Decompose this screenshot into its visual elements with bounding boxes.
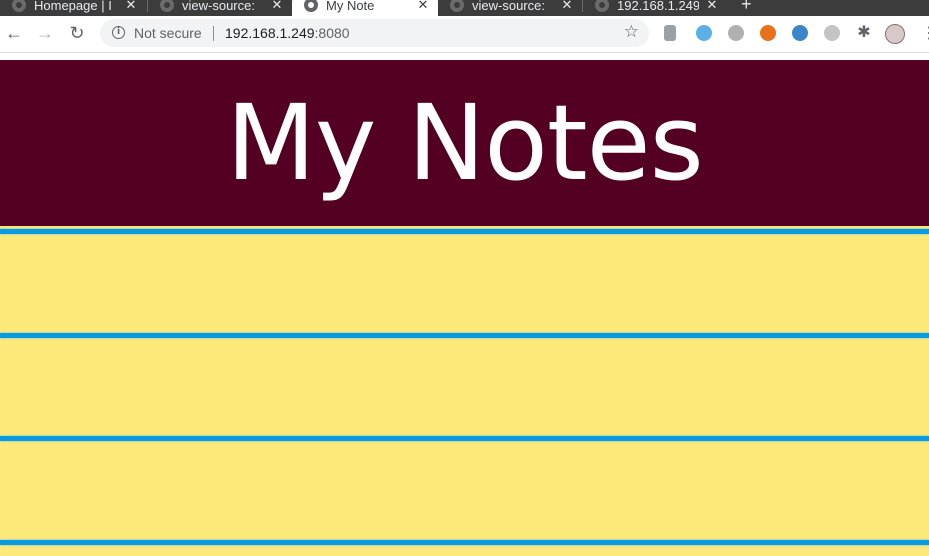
address-bar[interactable]: i Not secure 192.168.1.249:8080 ☆ xyxy=(100,19,649,47)
page-header: My Notes xyxy=(0,60,929,226)
tab-view-source-2[interactable]: view-source: ✕ xyxy=(438,0,582,16)
link-extension-icon[interactable] xyxy=(824,25,840,41)
tab-ip-address[interactable]: 192.168.1.249 ✕ xyxy=(583,0,727,16)
tab-title: My Note xyxy=(326,0,375,13)
browser-toolbar: ← → ↻ i Not secure 192.168.1.249:8080 ☆ … xyxy=(0,16,929,53)
back-button[interactable]: ← xyxy=(3,22,25,44)
rule-line xyxy=(0,333,929,338)
globe-icon xyxy=(595,0,609,12)
globe-icon xyxy=(12,0,26,12)
globe-icon xyxy=(450,0,464,12)
orange-extension-icon[interactable] xyxy=(760,25,776,41)
tab-my-note[interactable]: My Note ✕ xyxy=(292,0,438,16)
rule-line xyxy=(0,540,929,545)
rule-line xyxy=(0,436,929,441)
forward-button[interactable]: → xyxy=(34,22,56,44)
page-title: My Notes xyxy=(226,82,704,204)
tab-title: view-source: xyxy=(182,0,255,13)
tab-homepage[interactable]: Homepage | I ✕ xyxy=(0,0,146,16)
close-icon[interactable]: ✕ xyxy=(705,0,719,13)
reload-button[interactable]: ↻ xyxy=(66,22,88,44)
globe-icon xyxy=(304,0,318,12)
avatar[interactable] xyxy=(885,24,905,44)
moon-extension-icon[interactable] xyxy=(728,25,744,41)
tab-title: view-source: xyxy=(472,0,545,13)
rule-line xyxy=(0,229,929,234)
grey-extension-icon[interactable] xyxy=(664,25,676,41)
url-text[interactable]: 192.168.1.249:8080 xyxy=(225,25,350,41)
menu-icon[interactable]: ⋮ xyxy=(921,24,929,44)
circle-extension-icon[interactable] xyxy=(696,25,712,41)
puzzle-icon[interactable]: ✱ xyxy=(853,22,875,44)
new-tab-button[interactable]: + xyxy=(741,0,752,15)
tab-title: 192.168.1.249 xyxy=(617,0,699,13)
close-icon[interactable]: ✕ xyxy=(416,0,430,13)
info-icon[interactable]: i xyxy=(112,26,125,39)
tab-view-source-1[interactable]: view-source: ✕ xyxy=(148,0,292,16)
tab-title: Homepage | I xyxy=(34,0,112,13)
tab-strip: Homepage | I ✕ view-source: ✕ My Note ✕ … xyxy=(0,0,929,16)
page-viewport: My Notes xyxy=(0,53,929,556)
blue-extension-icon[interactable] xyxy=(792,25,808,41)
url-port: :8080 xyxy=(314,25,350,41)
close-icon[interactable]: ✕ xyxy=(124,0,138,13)
close-icon[interactable]: ✕ xyxy=(270,0,284,13)
security-label[interactable]: Not secure xyxy=(134,25,202,41)
omnibox-divider xyxy=(213,26,214,41)
close-icon[interactable]: ✕ xyxy=(560,0,574,13)
bookmark-star-icon[interactable]: ☆ xyxy=(624,22,639,42)
globe-icon xyxy=(160,0,174,12)
notepad-paper[interactable] xyxy=(0,226,929,556)
url-host: 192.168.1.249 xyxy=(225,25,315,41)
